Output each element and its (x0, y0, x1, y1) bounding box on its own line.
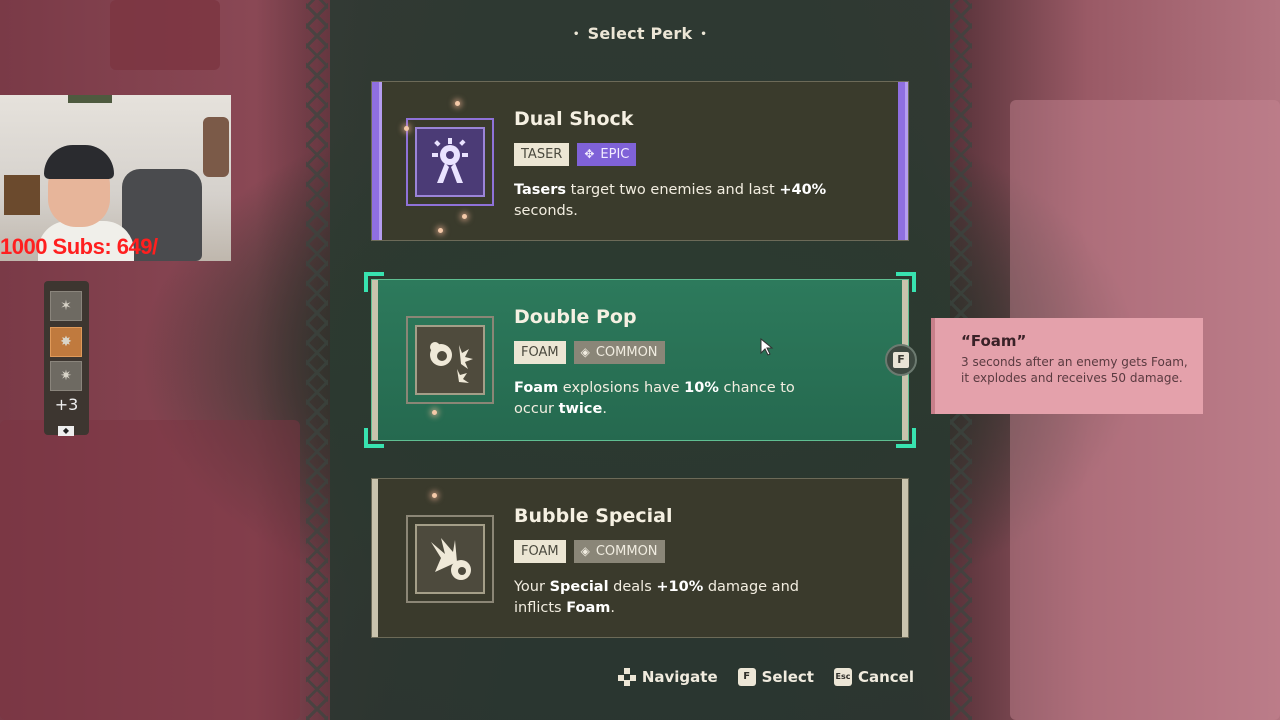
bubble-special-icon (415, 524, 485, 594)
perk-title: Double Pop (514, 306, 637, 328)
title-bullet: • (573, 29, 580, 40)
equipped-perks-bar: ✶ ✸ ✷ +3 ◆ (44, 281, 89, 436)
rarity-common-icon: ◈ (580, 544, 590, 558)
background-block (0, 420, 300, 720)
perk-title: Bubble Special (514, 505, 673, 527)
perk-icon-frame (406, 316, 494, 404)
desc-text: seconds. (514, 203, 578, 219)
spark-particle (438, 228, 443, 233)
desc-bold: Tasers (514, 182, 567, 198)
desc-bold: Foam (566, 600, 611, 616)
perk-icon[interactable]: ✸ (50, 327, 82, 357)
page-title: • Select Perk • (0, 24, 1280, 43)
control-hints: Navigate F Select Esc Cancel (617, 668, 914, 686)
perk-description: Tasers target two enemies and last +40% … (514, 180, 834, 222)
perk-description: Foam explosions have 10% chance to occur… (514, 378, 834, 420)
webcam-feed: 1000 Subs: 649/ (0, 95, 231, 261)
card-rail (898, 82, 908, 240)
streamer-cap (44, 145, 114, 179)
desc-text: explosions have (558, 380, 685, 396)
rarity-tag: ◈ COMMON (573, 540, 665, 563)
desc-text: . (602, 401, 607, 417)
select-hint[interactable]: F Select (737, 668, 814, 686)
keyword-tooltip: “Foam” 3 seconds after an enemy gets Foa… (931, 318, 1203, 414)
foam-pop-icon (415, 325, 485, 395)
cancel-label: Cancel (857, 668, 914, 686)
perk-icon[interactable]: ✶ (50, 291, 82, 321)
perk-tags: FOAM ◈ COMMON (514, 341, 665, 364)
desc-bold: Special (549, 579, 609, 595)
title-bullet: • (700, 29, 707, 40)
rarity-common-icon: ◈ (580, 345, 590, 359)
perk-title: Dual Shock (514, 108, 634, 130)
perk-tags: TASER ✥ EPIC (514, 143, 637, 166)
spark-particle (462, 214, 467, 219)
desc-bold: +40% (779, 182, 827, 198)
esc-key-icon: Esc (833, 668, 852, 686)
cancel-hint[interactable]: Esc Cancel (833, 668, 914, 686)
card-rail (902, 479, 908, 637)
navigate-hint[interactable]: Navigate (617, 668, 718, 686)
desc-text: target two enemies and last (566, 182, 780, 198)
perk-description: Your Special deals +10% damage and infli… (514, 577, 834, 619)
taser-burst-icon (415, 127, 485, 197)
category-tag: TASER (514, 143, 570, 166)
mouse-cursor-icon (760, 338, 774, 356)
perk-card-dual-shock[interactable]: Dual Shock TASER ✥ EPIC Tasers target tw… (371, 81, 909, 241)
selection-corner (896, 428, 916, 448)
rarity-tag: ✥ EPIC (577, 143, 637, 166)
category-tag: FOAM (514, 341, 566, 364)
select-label: Select (761, 668, 814, 686)
title-text: Select Perk (587, 24, 693, 43)
rarity-tag: ◈ COMMON (573, 341, 665, 364)
spark-particle (432, 410, 437, 415)
spark-particle (404, 126, 409, 131)
webcam-shelf (4, 175, 40, 215)
desc-text: . (610, 600, 615, 616)
f-key-icon: F (893, 352, 909, 368)
desc-text: Your (514, 579, 550, 595)
desc-bold: Foam (514, 380, 559, 396)
dpad-icon (617, 668, 636, 686)
perk-tags: FOAM ◈ COMMON (514, 540, 665, 563)
key-hint-icon: ◆ (58, 426, 74, 436)
sub-counter: 1000 Subs: 649/ (0, 234, 158, 259)
selection-corner (364, 272, 384, 292)
desc-bold: twice (558, 401, 603, 417)
desc-bold: 10% (684, 380, 719, 396)
desc-text: deals (608, 579, 657, 595)
rarity-label: EPIC (600, 147, 630, 162)
perk-icon[interactable]: ✷ (50, 361, 82, 391)
navigate-label: Navigate (641, 668, 718, 686)
tooltip-title: “Foam” (961, 332, 1027, 350)
select-key-hint[interactable]: F (885, 344, 917, 376)
f-key-icon: F (737, 668, 756, 686)
card-rail (372, 280, 378, 440)
perk-card-double-pop[interactable]: Double Pop FOAM ◈ COMMON Foam explosions… (364, 272, 916, 448)
selection-corner (364, 428, 384, 448)
spark-particle (455, 101, 460, 106)
category-tag: FOAM (514, 540, 566, 563)
perk-icon-frame (406, 515, 494, 603)
spark-particle (432, 493, 437, 498)
rarity-label: COMMON (595, 345, 658, 360)
perk-icon-frame (406, 118, 494, 206)
truss-left (306, 0, 328, 720)
selection-corner (896, 272, 916, 292)
rarity-label: COMMON (595, 544, 658, 559)
desc-bold: +10% (656, 579, 704, 595)
perk-card-bubble-special[interactable]: Bubble Special FOAM ◈ COMMON Your Specia… (371, 478, 909, 638)
tooltip-body: 3 seconds after an enemy gets Foam, it e… (961, 355, 1188, 385)
card-rail (372, 82, 382, 240)
webcam-coat (203, 117, 229, 177)
more-perks-count: +3 (54, 395, 79, 414)
rarity-epic-icon: ✥ (584, 147, 595, 161)
webcam-door (68, 95, 112, 103)
card-rail (372, 479, 378, 637)
